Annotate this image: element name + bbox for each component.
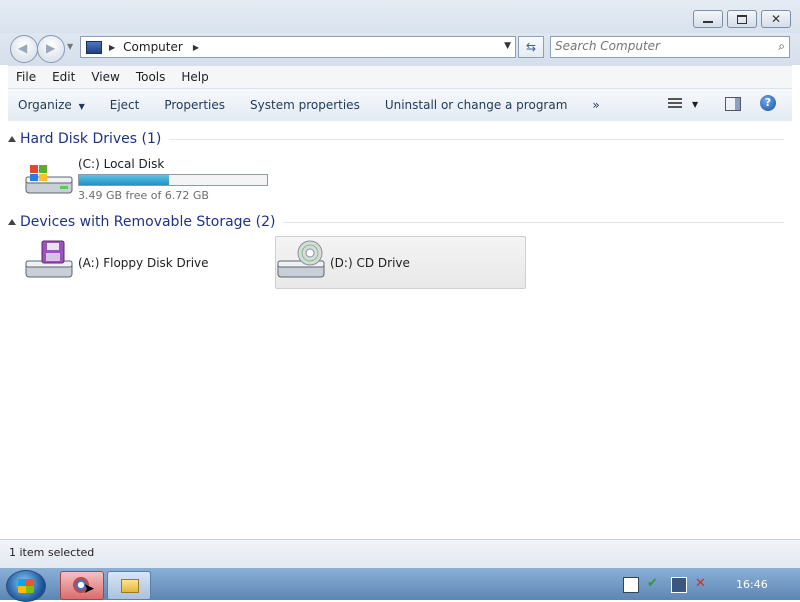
breadcrumb-next-icon[interactable]: ▶ bbox=[193, 43, 199, 52]
title-bar[interactable]: ✕ bbox=[0, 0, 800, 33]
back-button[interactable]: ◀ bbox=[10, 35, 38, 63]
menu-help-label: Help bbox=[181, 70, 209, 84]
recent-pages-chevron-icon[interactable]: ▼ bbox=[67, 42, 73, 51]
disk-usage-fill bbox=[79, 174, 170, 185]
refresh-button[interactable]: ⇆ bbox=[518, 36, 544, 58]
more-commands-button[interactable]: » bbox=[582, 98, 614, 112]
menu-bar: File Edit View Tools Help bbox=[8, 65, 792, 88]
minimize-icon bbox=[703, 21, 713, 23]
folder-icon bbox=[121, 579, 139, 593]
system-properties-label: System properties bbox=[250, 98, 360, 112]
properties-button[interactable]: Properties bbox=[154, 98, 240, 112]
group-header-removable[interactable]: Devices with Removable Storage (2) bbox=[8, 212, 784, 232]
menu-tools[interactable]: Tools bbox=[128, 70, 174, 84]
search-box[interactable]: ⌕ bbox=[550, 36, 790, 58]
view-options-chevron-icon: ▼ bbox=[692, 99, 699, 109]
action-center-icon[interactable] bbox=[623, 577, 639, 593]
more-commands-label: » bbox=[592, 98, 600, 112]
change-view-button[interactable]: ▼ bbox=[668, 96, 704, 112]
command-toolbar: Organize ▼ Eject Properties System prope… bbox=[8, 88, 792, 122]
status-text: 1 item selected bbox=[9, 546, 95, 559]
drive-label-c: (C:) Local Disk bbox=[78, 156, 165, 171]
eject-label: Eject bbox=[109, 98, 140, 112]
volume-muted-icon[interactable]: ✕ bbox=[695, 577, 709, 591]
back-arrow-icon: ◀ bbox=[18, 41, 28, 55]
view-list-icon bbox=[668, 98, 682, 110]
system-properties-button[interactable]: System properties bbox=[240, 98, 375, 112]
drive-item-c[interactable]: (C:) Local Disk 3.49 GB free of 6.72 GB bbox=[24, 155, 268, 203]
computer-icon bbox=[86, 40, 102, 54]
forward-button[interactable]: ▶ bbox=[37, 35, 65, 63]
drive-item-d[interactable]: (D:) CD Drive bbox=[275, 236, 526, 289]
drive-label-a: (A:) Floppy Disk Drive bbox=[78, 256, 209, 270]
eject-button[interactable]: Eject bbox=[100, 98, 155, 112]
menu-view[interactable]: View bbox=[83, 70, 127, 84]
address-input[interactable]: ▶ Computer ▶ ▼ bbox=[80, 36, 516, 58]
network-icon[interactable] bbox=[671, 577, 687, 593]
breadcrumb-computer[interactable]: Computer bbox=[123, 40, 183, 54]
menu-view-label: View bbox=[91, 70, 120, 84]
search-icon[interactable]: ⌕ bbox=[778, 39, 785, 54]
menu-edit-label: Edit bbox=[52, 70, 76, 84]
start-button[interactable] bbox=[6, 570, 46, 602]
taskbar-clock[interactable]: 16:46 bbox=[736, 578, 768, 591]
group-divider bbox=[283, 221, 784, 223]
cd-drive-icon bbox=[276, 239, 328, 287]
disk-usage-bar bbox=[78, 173, 268, 186]
close-button[interactable]: ✕ bbox=[761, 10, 791, 28]
help-icon: ? bbox=[764, 96, 772, 109]
organize-button[interactable]: Organize ▼ bbox=[8, 98, 100, 112]
status-bar: 1 item selected bbox=[0, 539, 800, 569]
search-input[interactable] bbox=[555, 38, 761, 54]
group-divider bbox=[169, 138, 784, 140]
collapse-triangle-icon[interactable] bbox=[8, 219, 16, 225]
menu-edit[interactable]: Edit bbox=[44, 70, 83, 84]
group-title-hard-disk: Hard Disk Drives (1) bbox=[20, 131, 162, 147]
drive-free-space-c: 3.49 GB free of 6.72 GB bbox=[78, 188, 209, 202]
taskbar-explorer-button[interactable] bbox=[107, 571, 151, 600]
close-icon: ✕ bbox=[770, 12, 782, 26]
preview-pane-button[interactable] bbox=[725, 97, 741, 111]
mouse-cursor-icon: ➤ bbox=[83, 581, 95, 597]
menu-help[interactable]: Help bbox=[173, 70, 216, 84]
minimize-button[interactable] bbox=[693, 10, 723, 28]
breadcrumb-separator-icon[interactable]: ▶ bbox=[109, 43, 115, 52]
taskbar: ➤ ✔ ✕ 16:46 bbox=[0, 568, 800, 602]
chevron-down-icon: ▼ bbox=[78, 102, 85, 111]
security-check-icon[interactable]: ✔ bbox=[647, 577, 661, 591]
preview-pane-icon bbox=[735, 98, 740, 110]
collapse-triangle-icon[interactable] bbox=[8, 136, 16, 142]
hard-drive-icon bbox=[24, 155, 76, 203]
explorer-window: ✕ ◀ ▶ ▼ ▶ Computer ▶ ▼ ⇆ ⌕ File Edit Vie… bbox=[0, 0, 800, 569]
menu-file-label: File bbox=[16, 70, 37, 84]
forward-arrow-icon: ▶ bbox=[46, 41, 56, 55]
windows-logo-icon bbox=[18, 579, 34, 593]
uninstall-program-button[interactable]: Uninstall or change a program bbox=[375, 98, 583, 112]
content-pane: Hard Disk Drives (1) (C:) Local Disk 3.4… bbox=[8, 121, 792, 539]
group-title-removable: Devices with Removable Storage (2) bbox=[20, 214, 276, 230]
refresh-icon: ⇆ bbox=[525, 40, 537, 54]
floppy-drive-icon bbox=[24, 239, 76, 287]
drive-label-d: (D:) CD Drive bbox=[330, 255, 410, 270]
drive-item-a[interactable]: (A:) Floppy Disk Drive bbox=[24, 239, 264, 287]
taskbar-browser-button[interactable]: ➤ bbox=[60, 571, 104, 600]
properties-label: Properties bbox=[164, 98, 226, 112]
maximize-button[interactable] bbox=[727, 10, 757, 28]
help-button[interactable]: ? bbox=[760, 95, 776, 111]
organize-label: Organize bbox=[18, 98, 72, 112]
address-dropdown-icon[interactable]: ▼ bbox=[504, 41, 511, 51]
menu-tools-label: Tools bbox=[135, 70, 166, 84]
menu-file[interactable]: File bbox=[8, 70, 44, 84]
address-bar-row: ◀ ▶ ▼ ▶ Computer ▶ ▼ ⇆ ⌕ bbox=[0, 33, 800, 65]
maximize-icon bbox=[737, 14, 747, 24]
uninstall-program-label: Uninstall or change a program bbox=[384, 98, 568, 112]
group-header-hard-disk[interactable]: Hard Disk Drives (1) bbox=[8, 129, 784, 149]
